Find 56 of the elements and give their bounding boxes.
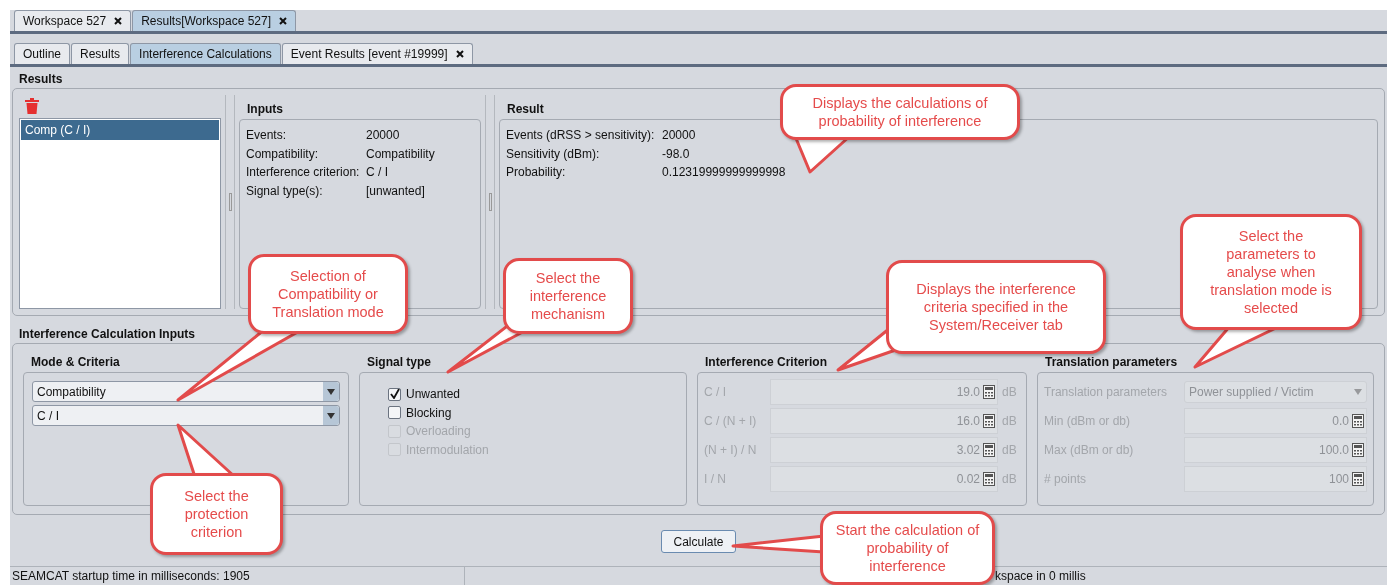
tab[interactable]: Workspace 527 — [14, 10, 132, 31]
group-title: Signal type — [367, 354, 431, 371]
status-text: SEAMCAT startup time in milliseconds: 1905 — [10, 567, 465, 585]
calculator-icon[interactable] — [983, 385, 995, 399]
calculator-icon[interactable] — [1352, 443, 1364, 457]
calculator-icon[interactable] — [1352, 414, 1364, 428]
section-title: Interference Calculation Inputs — [19, 326, 196, 343]
field-value: C / I — [366, 164, 388, 181]
trash-icon[interactable] — [25, 98, 39, 114]
field-value: 20000 — [662, 127, 696, 144]
tab[interactable]: Results — [71, 43, 130, 64]
field-value: 20000 — [366, 127, 400, 144]
tab[interactable]: Event Results [event #19999] — [281, 43, 473, 64]
field-label: Probability: — [506, 164, 567, 181]
field-label: Sensitivity (dBm): — [506, 145, 601, 163]
close-icon[interactable] — [455, 50, 464, 58]
checkbox[interactable] — [388, 406, 401, 420]
calculate-button[interactable]: Calculate — [661, 530, 736, 553]
field-value: Compatibility — [366, 145, 435, 163]
callout: Select the interference mechanism — [503, 258, 633, 334]
tab[interactable]: Interference Calculations — [130, 43, 281, 64]
checkbox[interactable] — [388, 387, 401, 401]
group-title: Interference Criterion — [705, 354, 828, 371]
field-label: Events: — [246, 127, 288, 144]
group-title: Inputs — [247, 101, 283, 118]
section-title: Results — [19, 71, 63, 88]
dropdown[interactable]: C / I — [32, 405, 340, 426]
group-title: Result — [507, 101, 544, 118]
calculator-icon[interactable] — [1352, 472, 1364, 486]
caret-icon — [327, 412, 335, 419]
close-icon[interactable] — [114, 17, 123, 25]
checkbox-label: Unwanted — [406, 386, 461, 403]
calculator-icon[interactable] — [983, 414, 995, 428]
caret-icon — [327, 388, 335, 395]
field-label: Interference criterion: — [246, 164, 361, 181]
list-item[interactable]: Comp (C / I) — [21, 120, 219, 140]
dropdown[interactable]: Compatibility — [32, 381, 340, 402]
field-label: Events (dRSS > sensitivity): — [506, 127, 656, 144]
tab[interactable]: Outline — [14, 43, 71, 64]
caret-icon — [1354, 389, 1362, 395]
field-value: 0.12319999999999998 — [662, 164, 786, 181]
field-label: Signal type(s): — [246, 182, 324, 200]
field-value: [unwanted] — [366, 182, 425, 200]
calculator-icon[interactable] — [983, 443, 995, 457]
callout: Displays the interference criteria specified in the System/Receiver tab — [886, 260, 1106, 354]
callout: Selection of Compatibility or Translation mode — [248, 254, 408, 334]
close-icon[interactable] — [279, 17, 287, 25]
status-text: kspace in 0 millis — [994, 568, 1087, 585]
tab[interactable]: Results[Workspace 527] — [132, 10, 296, 31]
field-value: -98.0 — [662, 145, 690, 163]
group-title: Translation parameters — [1045, 354, 1178, 371]
callout: Start the calculation of probability of interference — [820, 511, 995, 585]
group-title: Mode & Criteria — [31, 354, 120, 371]
calculator-icon[interactable] — [983, 472, 995, 486]
checkbox-label: Blocking — [406, 404, 452, 422]
field-label: Compatibility: — [246, 145, 320, 163]
